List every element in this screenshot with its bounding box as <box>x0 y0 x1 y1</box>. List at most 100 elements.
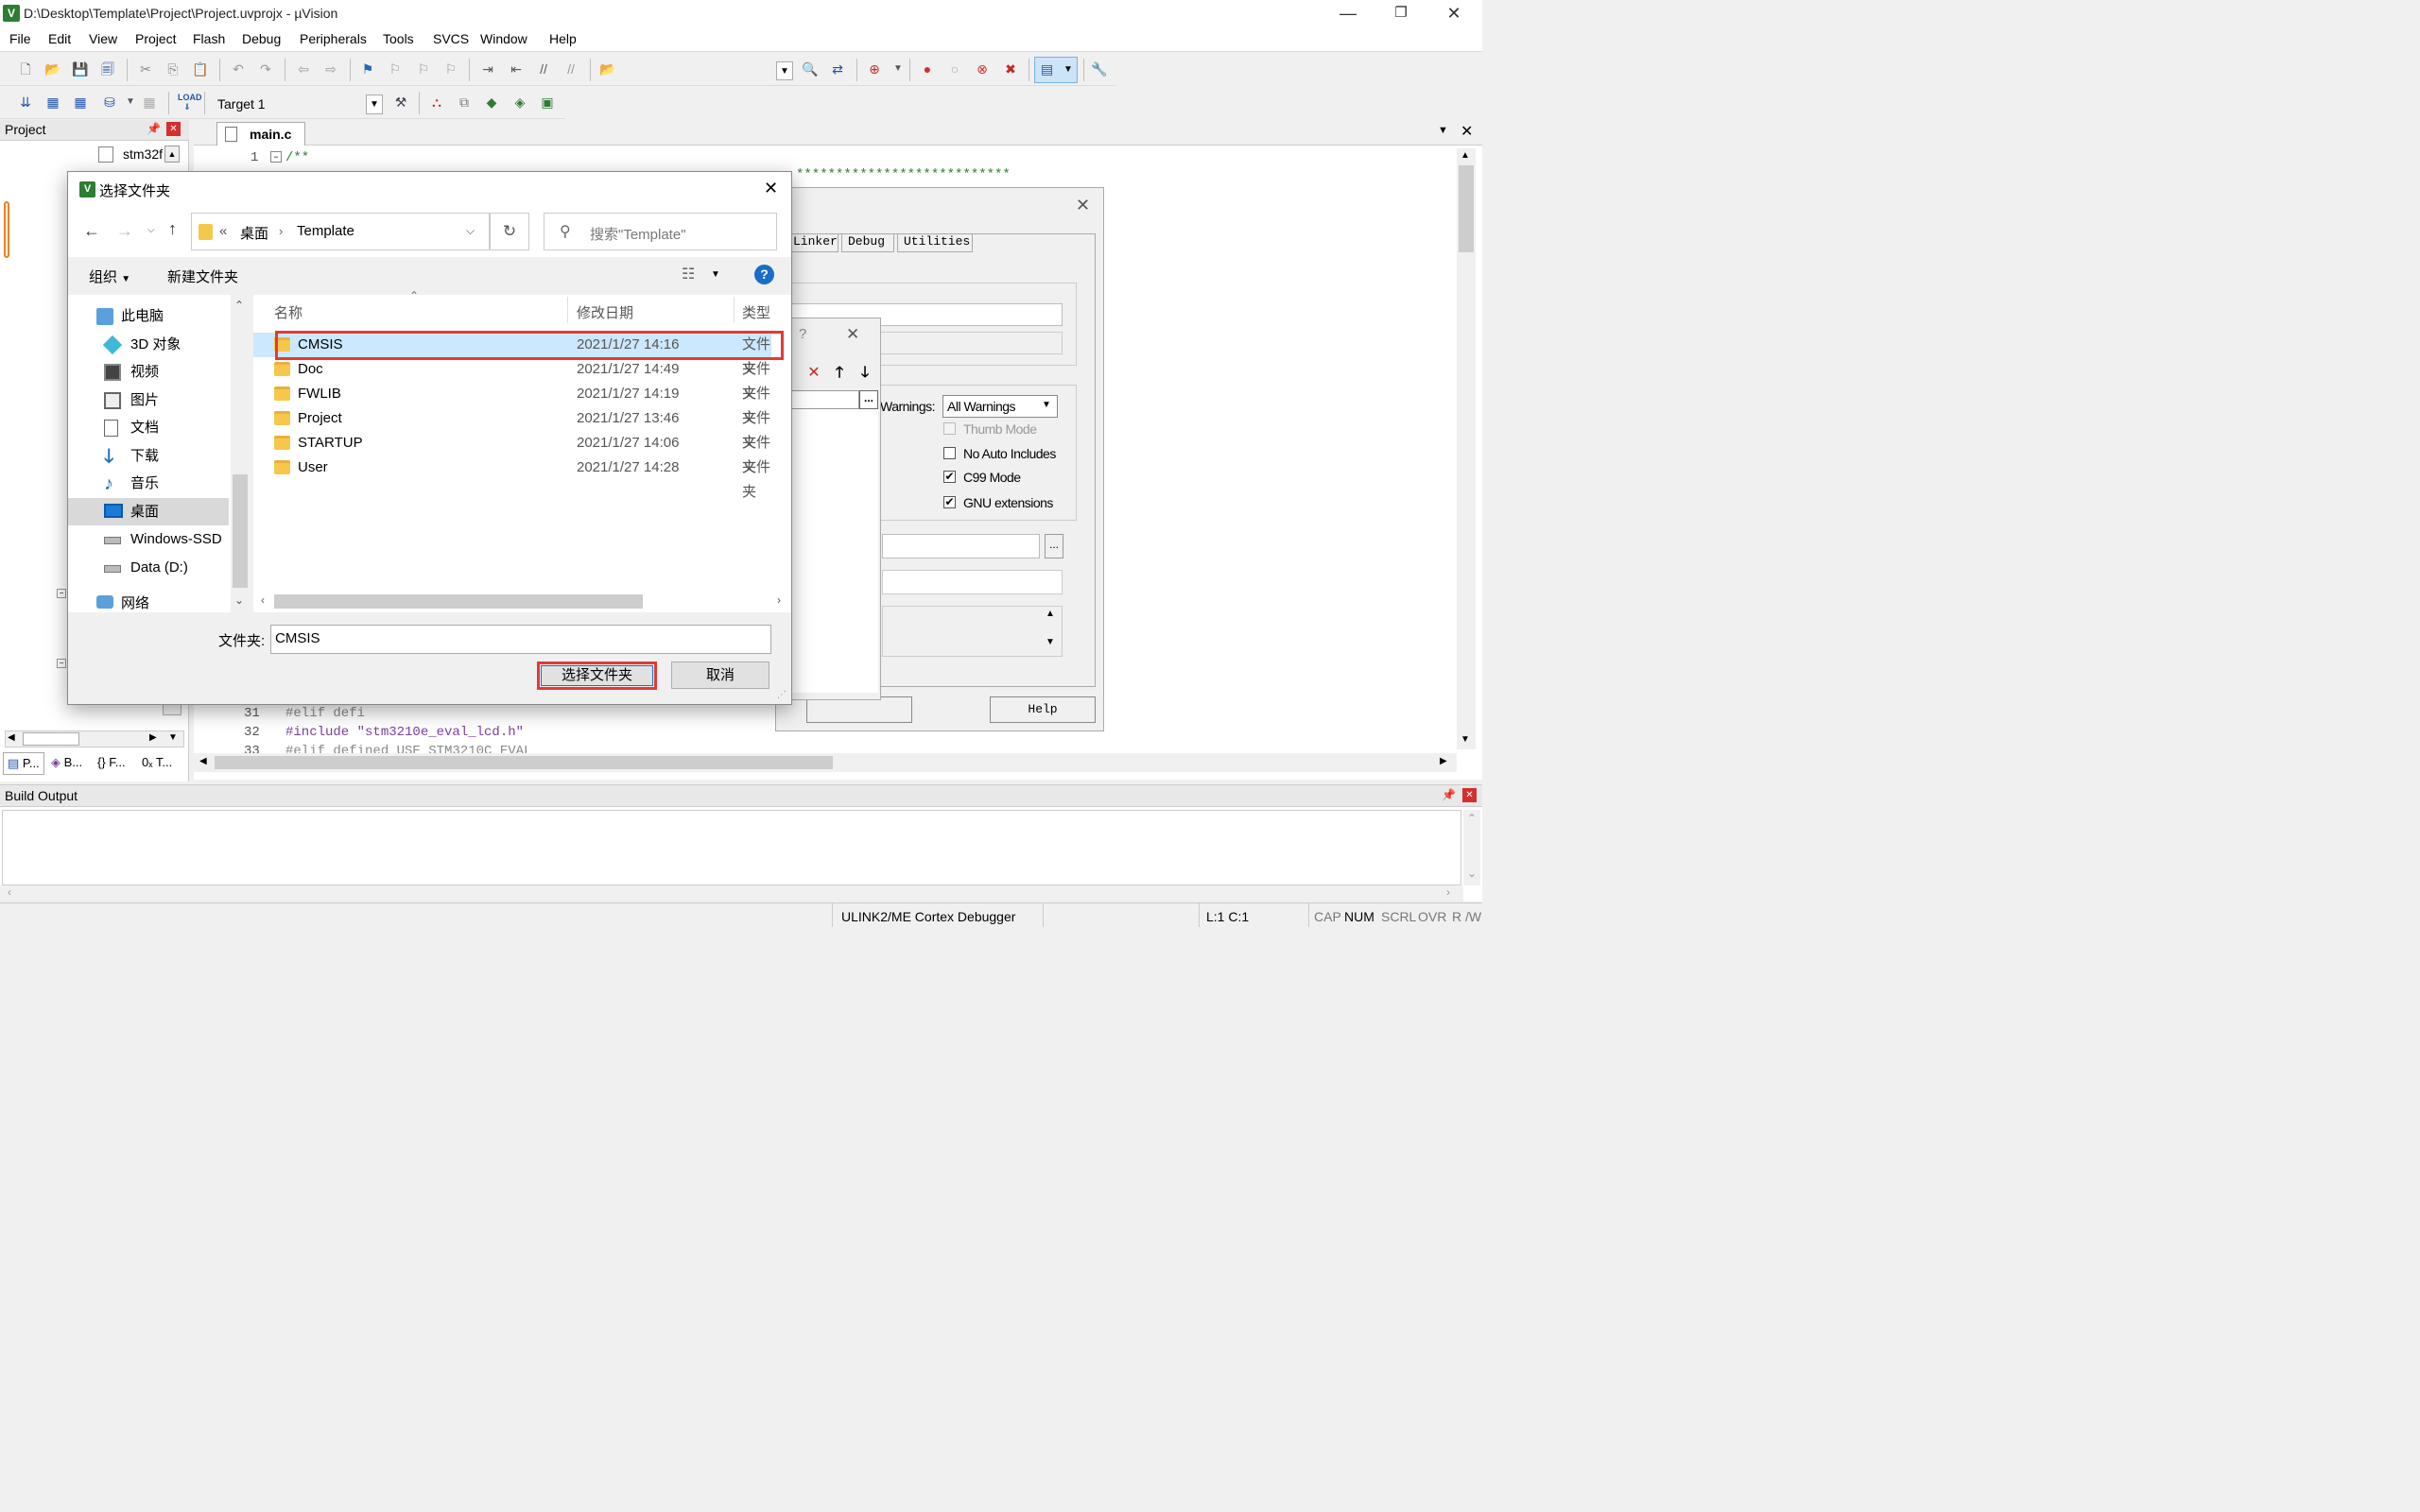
column-date[interactable]: 修改日期 <box>577 302 633 322</box>
scroll-thumb[interactable] <box>1459 165 1474 252</box>
scroll-right-icon[interactable]: ▶ <box>149 732 157 743</box>
folder-input[interactable]: CMSIS <box>270 625 771 654</box>
pin-icon[interactable]: 📌 <box>147 122 161 135</box>
horizontal-scrollbar[interactable]: ‹ › <box>0 885 1463 902</box>
up-icon[interactable]: ↑ <box>168 219 177 239</box>
breakpoint-disabled-icon[interactable]: ○ <box>945 60 964 78</box>
close-icon[interactable]: ✕ <box>1461 122 1473 141</box>
scroll-left-icon[interactable]: ‹ <box>8 885 11 899</box>
warnings-select[interactable]: All Warnings ▼ <box>942 395 1058 418</box>
column-name[interactable]: 名称 <box>274 302 302 322</box>
chevron-down-icon[interactable]: ▼ <box>121 93 140 112</box>
chevron-down-icon[interactable]: ▼ <box>711 269 720 280</box>
horizontal-scrollbar[interactable]: ◀ ▶ ▼ <box>5 730 184 747</box>
paste-icon[interactable]: 📋 <box>191 60 210 78</box>
scroll-left-icon[interactable]: ◀ <box>199 756 207 766</box>
no-auto-includes-checkbox[interactable] <box>943 447 956 459</box>
menu-svcs[interactable]: SVCS <box>433 31 469 46</box>
translate-icon[interactable]: ⇊ <box>16 93 35 112</box>
forward-icon[interactable]: → <box>116 221 133 241</box>
tab-books[interactable]: ◈ B... <box>47 752 91 775</box>
menu-peripherals[interactable]: Peripherals <box>300 31 367 46</box>
scroll-up-icon[interactable]: ▲ <box>1046 609 1055 619</box>
find-icon[interactable]: 🔍 <box>801 60 820 78</box>
scroll-left-icon[interactable]: ‹ <box>261 593 265 607</box>
target-options-icon[interactable]: ⚒ <box>391 93 410 112</box>
cut-icon[interactable]: ✂ <box>136 60 155 78</box>
scroll-down-icon[interactable]: ⌄ <box>1467 867 1477 880</box>
scroll-thumb[interactable] <box>215 756 833 769</box>
select-folder-button[interactable]: 选择文件夹 <box>541 665 653 686</box>
back-icon[interactable]: ← <box>83 221 100 241</box>
breadcrumb-template[interactable]: Template <box>297 223 354 239</box>
nav-forward-icon[interactable]: ⇨ <box>321 60 340 78</box>
breadcrumb-desktop[interactable]: 桌面 <box>240 223 268 243</box>
find-combo[interactable]: ▼ <box>622 60 794 81</box>
nav-back-icon[interactable]: ⇦ <box>294 60 313 78</box>
restore-button[interactable]: ❐ <box>1374 0 1427 28</box>
file-list-h-scrollbar[interactable]: ‹ › <box>253 592 791 610</box>
prev-bookmark-icon[interactable]: ⚐ <box>386 60 405 78</box>
address-bar[interactable]: « 桌面 › Template ⌵ <box>191 213 490 250</box>
menu-view[interactable]: View <box>89 31 117 46</box>
path-list[interactable] <box>791 409 878 693</box>
close-icon[interactable]: ✕ <box>764 179 778 198</box>
menu-edit[interactable]: Edit <box>48 31 71 46</box>
build-icon[interactable]: ▦ <box>43 93 62 112</box>
collapse-icon[interactable]: − <box>270 151 282 163</box>
gnu-extensions-checkbox[interactable]: ✔ <box>943 496 956 508</box>
menu-flash[interactable]: Flash <box>193 31 225 46</box>
tab-templates[interactable]: 0ₓ T... <box>138 752 183 775</box>
vertical-scrollbar[interactable]: ▲ ▼ <box>1457 148 1476 749</box>
refresh-button[interactable]: ↻ <box>490 213 529 250</box>
text-field[interactable] <box>882 570 1063 594</box>
incremental-find-icon[interactable]: ⇄ <box>828 60 847 78</box>
nav-data-d[interactable]: Data (D:) <box>68 554 229 581</box>
window-layout-button[interactable]: ▤ ▼ <box>1034 57 1078 83</box>
target-select[interactable]: Target 1 ▼ <box>210 93 384 115</box>
resize-grip-icon[interactable]: ⋰ <box>777 690 786 700</box>
dialog-button[interactable] <box>806 696 912 723</box>
tab-linker[interactable]: Linker <box>789 233 838 252</box>
nav-documents[interactable]: 文档 <box>68 414 229 441</box>
clear-bookmarks-icon[interactable]: ⚐ <box>441 60 460 78</box>
scroll-right-icon[interactable]: ▶ <box>1440 756 1447 766</box>
column-type[interactable]: 类型 <box>742 302 770 322</box>
manage-project-icon[interactable]: ⛬ <box>427 93 446 112</box>
scroll-down-icon[interactable]: ⌄ <box>234 593 244 607</box>
thumb-mode-checkbox[interactable] <box>943 422 956 435</box>
bookmark-icon[interactable]: ⚑ <box>358 60 377 78</box>
chevron-down-icon[interactable]: ⌵ <box>466 224 475 238</box>
nav-scrollbar[interactable]: ⌃ ⌄ <box>231 295 250 612</box>
undo-icon[interactable]: ↶ <box>229 60 248 78</box>
nav-pictures[interactable]: 图片 <box>68 387 229 414</box>
move-down-icon[interactable]: 🡓 <box>856 364 874 383</box>
file-row[interactable]: Project 2021/1/27 13:46 文件夹 <box>253 406 771 451</box>
scroll-thumb[interactable] <box>274 594 643 609</box>
close-icon[interactable]: ✕ <box>1462 788 1477 802</box>
indent-icon[interactable]: ⇥ <box>478 60 497 78</box>
help-icon[interactable]: ? <box>754 265 774 284</box>
scroll-up-icon[interactable]: ⌃ <box>234 299 244 312</box>
file-row[interactable]: Doc 2021/1/27 14:49 文件夹 <box>253 357 771 402</box>
menu-file[interactable]: File <box>9 31 31 46</box>
tab-project[interactable]: ▤ P... <box>3 752 44 775</box>
find-in-files-icon[interactable]: 📂 <box>598 60 617 78</box>
chevron-down-icon[interactable]: ▼ <box>1438 125 1448 136</box>
save-all-icon[interactable]: 🗐 <box>98 60 117 78</box>
tab-functions[interactable]: {} F... <box>94 752 135 775</box>
redo-icon[interactable]: ↷ <box>256 60 275 78</box>
open-file-icon[interactable]: 📂 <box>43 60 62 78</box>
code-line[interactable]: #elif defi <box>285 706 365 721</box>
configure-icon[interactable]: 🔧 <box>1090 60 1109 78</box>
save-icon[interactable]: 💾 <box>71 60 90 78</box>
file-row[interactable]: User 2021/1/27 14:28 文件夹 <box>253 455 771 500</box>
new-folder-button[interactable]: 新建文件夹 <box>167 266 238 286</box>
nav-music[interactable]: ♪ 音乐 <box>68 470 229 497</box>
file-row[interactable]: FWLIB 2021/1/27 14:19 文件夹 <box>253 382 771 426</box>
help-icon[interactable]: ? <box>799 326 806 342</box>
chevron-down-icon[interactable]: ▼ <box>776 61 793 80</box>
code-line[interactable]: /** <box>285 150 309 165</box>
chevron-down-icon[interactable]: ▼ <box>366 94 383 114</box>
build-output-text[interactable] <box>2 810 1461 885</box>
